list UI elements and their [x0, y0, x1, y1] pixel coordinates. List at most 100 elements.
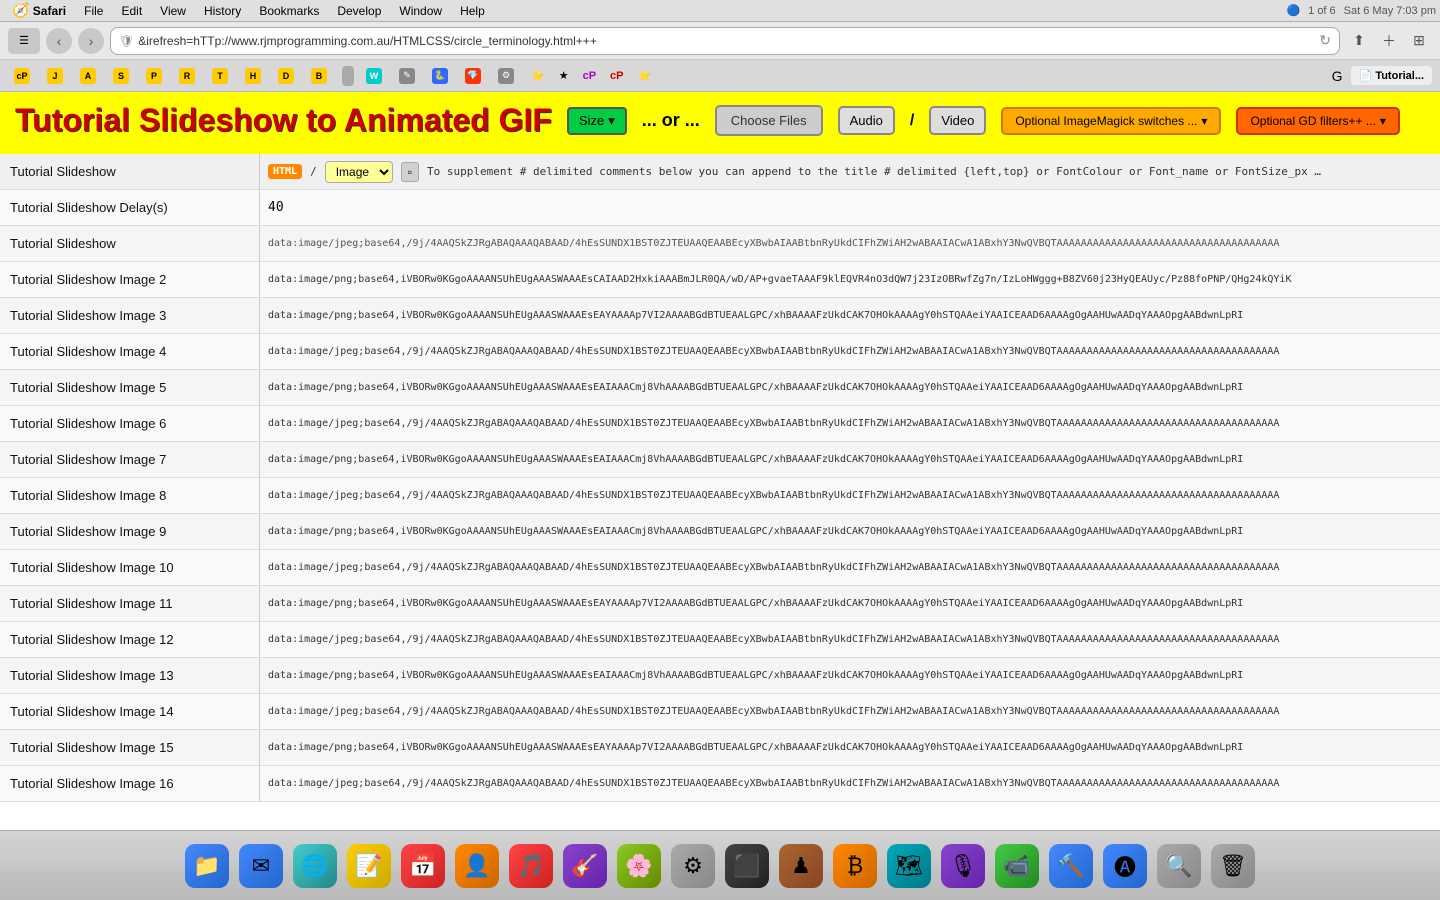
bookmark-cp2[interactable]: cP: [577, 67, 602, 85]
bookmark-icon-wp: W: [366, 68, 382, 84]
bookmark-10[interactable]: B: [305, 65, 336, 87]
sidebar-toggle[interactable]: ☰: [8, 28, 40, 54]
bookmark-8[interactable]: H: [239, 65, 270, 87]
bookmark-9[interactable]: D: [272, 65, 303, 87]
bookmark-cp1[interactable]: cP: [8, 65, 39, 87]
menu-help[interactable]: Help: [452, 2, 493, 20]
bookmark-icon-ruby: 💎: [465, 68, 481, 84]
dock-item-music[interactable]: 🎵: [506, 841, 556, 891]
url-input[interactable]: [138, 34, 1319, 48]
menu-develop[interactable]: Develop: [329, 2, 389, 20]
bookmark-cp3[interactable]: cP: [604, 67, 629, 85]
table-row: Tutorial Slideshow Image 8 data:image/jp…: [0, 478, 1440, 514]
menu-edit[interactable]: Edit: [113, 2, 150, 20]
bookmark-3[interactable]: A: [74, 65, 105, 87]
optional-im-dropdown-icon: ▾: [1201, 114, 1207, 128]
row-value-img7: data:image/png;base64,iVBORw0KGgoAAAANSU…: [260, 442, 1440, 477]
back-button[interactable]: ‹: [46, 28, 72, 54]
bookmarks-bar: cP J A S P R T H D B W ✎ 🐍 💎 ⚙ ⭐ ★ cP: [0, 60, 1440, 92]
slash-in-title: /: [310, 165, 317, 178]
reload-icon[interactable]: ↻: [1319, 32, 1331, 49]
bookmark-python[interactable]: 🐍: [426, 65, 457, 87]
image-select[interactable]: Image: [325, 161, 393, 183]
row-label-img12: Tutorial Slideshow Image 12: [0, 622, 260, 657]
menu-history[interactable]: History: [196, 2, 249, 20]
gray-toggle-btn[interactable]: ▫: [401, 162, 419, 182]
dock-item-safari[interactable]: 🌐: [290, 841, 340, 891]
bookmark-gear[interactable]: ⚙: [492, 65, 523, 87]
new-tab-button[interactable]: ＋: [1376, 28, 1402, 54]
menu-window[interactable]: Window: [391, 2, 450, 20]
delay-label: Tutorial Slideshow Delay(s): [0, 190, 260, 225]
optional-gd-label: Optional GD filters++ ...: [1250, 114, 1375, 128]
dock-item-spotlight[interactable]: 🔍: [1154, 841, 1204, 891]
optional-gd-button[interactable]: Optional GD filters++ ... ▾: [1236, 107, 1399, 135]
bookmark-ruby[interactable]: 💎: [459, 65, 490, 87]
delay-value[interactable]: [260, 190, 1440, 225]
dock: 📁 ✉ 🌐 📝 📅 👤 🎵 🎸 🌸 ⚙ ⬛ ♟ ₿ 🗺 🎙 📹: [0, 830, 1440, 900]
bookmark-4[interactable]: S: [107, 65, 138, 87]
bookmark-icon-cp1: cP: [14, 68, 30, 84]
menu-file[interactable]: File: [76, 2, 111, 20]
dock-item-settings[interactable]: ⚙: [668, 841, 718, 891]
dock-item-trash[interactable]: 🗑: [1208, 841, 1258, 891]
dock-item-mail[interactable]: ✉: [236, 841, 286, 891]
dock-item-itunes[interactable]: 🎸: [560, 841, 610, 891]
dock-item-chess[interactable]: ♟: [776, 841, 826, 891]
safari-icon: 🌐: [293, 844, 337, 888]
dock-item-notes[interactable]: 📝: [344, 841, 394, 891]
video-button[interactable]: Video: [929, 106, 986, 135]
dock-item-calendar[interactable]: 📅: [398, 841, 448, 891]
audio-button[interactable]: Audio: [838, 106, 895, 135]
share-button[interactable]: ⬆: [1346, 28, 1372, 54]
dock-item-finder[interactable]: 📁: [182, 841, 232, 891]
bookmark-cp2-text: cP: [583, 70, 596, 82]
bookmark-icon-5: P: [146, 68, 162, 84]
size-button[interactable]: Size ▾: [567, 107, 627, 135]
forward-button[interactable]: ›: [78, 28, 104, 54]
bookmark-star1[interactable]: ⭐: [525, 66, 551, 85]
slash-separator: /: [910, 112, 914, 130]
bookmark-wp[interactable]: W: [360, 65, 391, 87]
row-label-img8: Tutorial Slideshow Image 8: [0, 478, 260, 513]
bookmark-5[interactable]: P: [140, 65, 171, 87]
optional-im-button[interactable]: Optional ImageMagick switches ... ▾: [1001, 107, 1221, 135]
dock-item-podcast[interactable]: 🎙: [938, 841, 988, 891]
dock-item-appstore[interactable]: 🅐: [1100, 841, 1150, 891]
row-value-img1: data:image/jpeg;base64,/9j/4AAQSkZJRgABA…: [260, 226, 1440, 261]
bookmark-2[interactable]: J: [41, 65, 72, 87]
table-row: Tutorial Slideshow Image 15 data:image/p…: [0, 730, 1440, 766]
menu-safari[interactable]: 🧭 Safari: [4, 0, 74, 21]
bookmark-sep: [342, 66, 354, 86]
dock-item-maps[interactable]: 🗺: [884, 841, 934, 891]
title-note: To supplement # delimited comments below…: [427, 165, 1327, 178]
dock-item-facetime[interactable]: 📹: [992, 841, 1042, 891]
menu-view[interactable]: View: [152, 2, 194, 20]
table-row: Tutorial Slideshow Image 7 data:image/pn…: [0, 442, 1440, 478]
trash-icon: 🗑: [1211, 844, 1255, 888]
bookmark-star3[interactable]: ⭐: [632, 66, 658, 85]
bookmark-edit[interactable]: ✎: [393, 65, 424, 87]
menu-bookmarks[interactable]: Bookmarks: [251, 2, 327, 20]
bookmark-7[interactable]: T: [206, 65, 237, 87]
url-bar-container: 🛡 ↻: [110, 27, 1340, 55]
grid-button[interactable]: ⊞: [1406, 28, 1432, 54]
xcode-icon: 🔨: [1049, 844, 1093, 888]
music-icon: 🎵: [509, 844, 553, 888]
dock-item-bitcoin[interactable]: ₿: [830, 841, 880, 891]
delay-input[interactable]: [268, 200, 1432, 215]
row-value-img16: data:image/jpeg;base64,/9j/4AAQSkZJRgABA…: [260, 766, 1440, 801]
choose-files-button[interactable]: Choose Files: [715, 105, 823, 136]
dock-item-photos[interactable]: 🌸: [614, 841, 664, 891]
bookmark-6[interactable]: R: [173, 65, 204, 87]
bookmark-star2[interactable]: ★: [553, 66, 575, 85]
bookmark-google[interactable]: G: [1326, 65, 1349, 87]
row-value-img6: data:image/jpeg;base64,/9j/4AAQSkZJRgABA…: [260, 406, 1440, 441]
table-row: Tutorial Slideshow Image 2 data:image/pn…: [0, 262, 1440, 298]
bookmark-tutorial[interactable]: 📄 Tutorial...: [1351, 66, 1432, 85]
dock-item-terminal[interactable]: ⬛: [722, 841, 772, 891]
bookmark-icon-8: H: [245, 68, 261, 84]
dock-item-contacts[interactable]: 👤: [452, 841, 502, 891]
dock-item-xcode[interactable]: 🔨: [1046, 841, 1096, 891]
appstore-icon: 🅐: [1103, 844, 1147, 888]
